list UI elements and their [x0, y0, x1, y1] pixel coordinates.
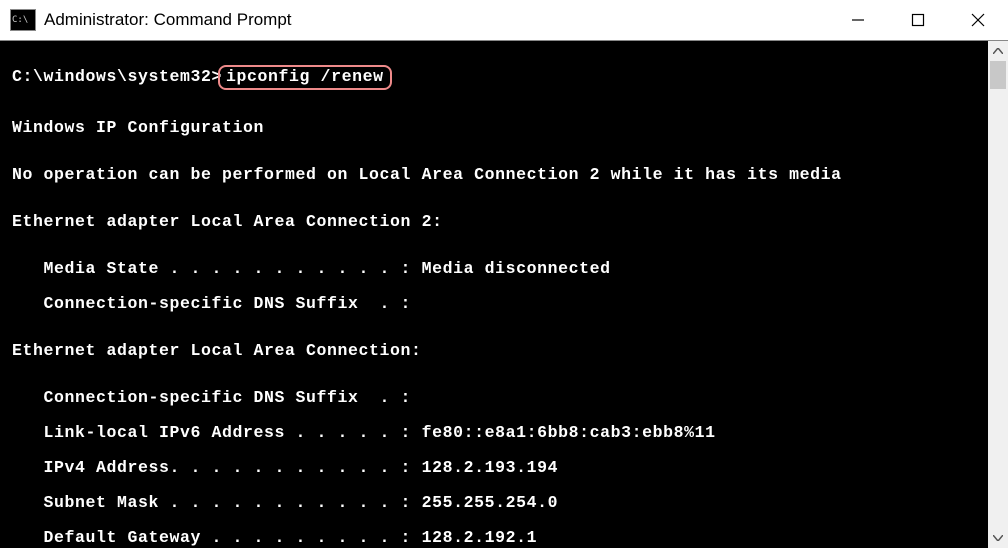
config-header: Windows IP Configuration: [12, 120, 980, 137]
adapter1-gateway: Default Gateway . . . . . . . . . : 128.…: [12, 530, 980, 547]
adapter2-media: Media State . . . . . . . . . . . : Medi…: [12, 261, 980, 278]
vertical-scrollbar[interactable]: [988, 41, 1008, 548]
cmd-icon: C:\: [10, 9, 36, 31]
adapter2-suffix: Connection-specific DNS Suffix . :: [12, 296, 980, 313]
adapter1-title: Ethernet adapter Local Area Connection:: [12, 343, 980, 360]
window-controls: [828, 0, 1008, 40]
titlebar: C:\ Administrator: Command Prompt: [0, 0, 1008, 40]
scroll-thumb[interactable]: [990, 61, 1006, 89]
prompt-path: C:\windows\system32>: [12, 67, 222, 86]
adapter1-suffix: Connection-specific DNS Suffix . :: [12, 390, 980, 407]
minimize-button[interactable]: [828, 0, 888, 40]
adapter1-ipv6: Link-local IPv6 Address . . . . . : fe80…: [12, 425, 980, 442]
adapter1-ipv4: IPv4 Address. . . . . . . . . . . : 128.…: [12, 460, 980, 477]
terminal-output[interactable]: C:\windows\system32>ipconfig /renew Wind…: [0, 41, 988, 548]
adapter2-title: Ethernet adapter Local Area Connection 2…: [12, 214, 980, 231]
adapter1-mask: Subnet Mask . . . . . . . . . . . : 255.…: [12, 495, 980, 512]
scroll-down-button[interactable]: [988, 528, 1008, 548]
noop-message: No operation can be performed on Local A…: [12, 167, 980, 184]
scroll-up-button[interactable]: [988, 41, 1008, 61]
close-button[interactable]: [948, 0, 1008, 40]
highlighted-command: ipconfig /renew: [218, 65, 392, 90]
maximize-button[interactable]: [888, 0, 948, 40]
client-area: C:\windows\system32>ipconfig /renew Wind…: [0, 40, 1008, 548]
window-title: Administrator: Command Prompt: [44, 10, 292, 30]
